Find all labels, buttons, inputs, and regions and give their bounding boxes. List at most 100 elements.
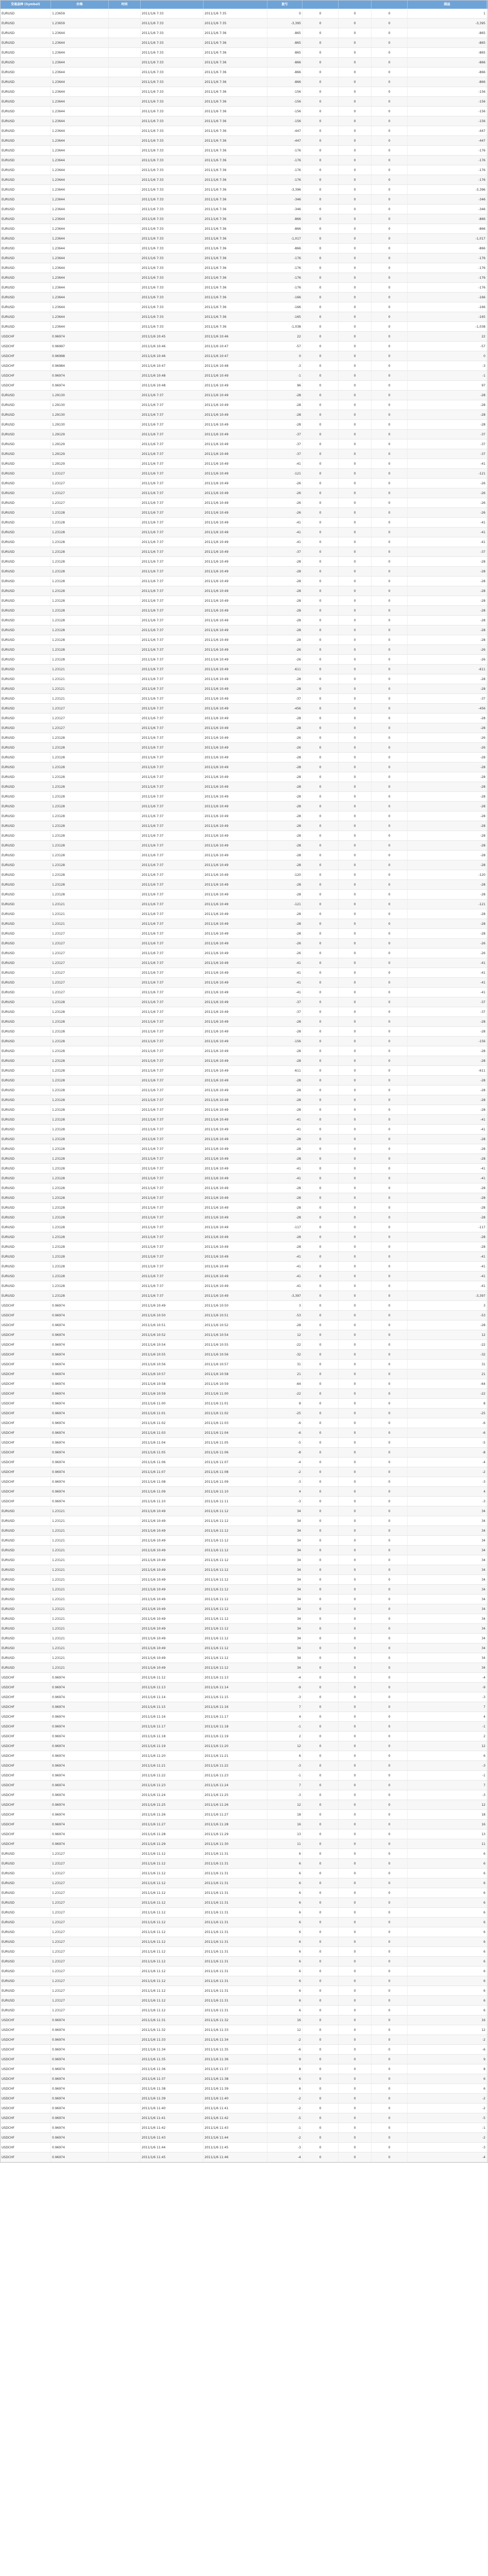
table-row[interactable]: EURUSD 1.23128 2011/1/6 7:37 2011/1/6 10:49… xyxy=(1,890,487,900)
table-row[interactable]: EURUSD 1.23644 2011/1/6 7:33 2011/1/6 7:36-… xyxy=(1,28,487,38)
table-row[interactable]: EURUSD 1.23128 2011/1/6 7:37 2011/1/6 10:49… xyxy=(1,753,487,762)
table-row[interactable]: EURUSD 1.23644 2011/1/6 7:33 2011/1/6 7:36-… xyxy=(1,87,487,97)
table-row[interactable]: EURUSD 1.23128 2011/1/6 7:37 2011/1/6 10:49… xyxy=(1,537,487,547)
table-row[interactable]: EURUSD 1.23127 2011/1/6 7:37 2011/1/6 10:49… xyxy=(1,723,487,733)
column-header-1[interactable]: 价格 xyxy=(51,1,109,9)
table-row[interactable]: USDCHF 0.96974 2011/1/6 11:21 2011/1/6 11:2… xyxy=(1,1761,487,1771)
table-row[interactable]: USDCHF 0.96974 2011/1/6 11:26 2011/1/6 11:2… xyxy=(1,1810,487,1820)
table-row[interactable]: USDCHF 0.96974 2011/1/6 11:37 2011/1/6 11:3… xyxy=(1,2074,487,2084)
table-row[interactable]: EURUSD 1.23127 2011/1/6 11:12 2011/1/6 11:3… xyxy=(1,1986,487,1996)
table-row[interactable]: EURUSD 1.23128 2011/1/6 7:37 2011/1/6 10:49… xyxy=(1,997,487,1007)
table-row[interactable]: USDCHF 0.96974 2011/1/6 10:55 2011/1/6 10:5… xyxy=(1,1350,487,1360)
table-row[interactable]: USDCHF 0.96974 2011/1/6 10:48 2011/1/6 10:4… xyxy=(1,381,487,391)
table-row[interactable]: EURUSD 1.23128 2011/1/6 7:37 2011/1/6 10:49… xyxy=(1,1076,487,1086)
table-row[interactable]: EURUSD 1.23128 2011/1/6 7:37 2011/1/6 10:49… xyxy=(1,802,487,811)
table-row[interactable]: USDCHF 0.96974 2011/1/6 11:16 2011/1/6 11:1… xyxy=(1,1712,487,1722)
table-row[interactable]: USDCHF 0.96974 2011/1/6 11:41 2011/1/6 11:4… xyxy=(1,2113,487,2123)
table-row[interactable]: EURUSD 1.23128 2011/1/6 7:37 2011/1/6 10:49… xyxy=(1,1144,487,1154)
table-row[interactable]: EURUSD 1.23128 2011/1/6 7:37 2011/1/6 10:49… xyxy=(1,577,487,586)
table-row[interactable]: EURUSD 1.23128 2011/1/6 7:37 2011/1/6 10:49… xyxy=(1,1154,487,1164)
table-row[interactable]: EURUSD 1.23659 2011/1/6 7:33 2011/1/6 7:35-… xyxy=(1,19,487,28)
table-row[interactable]: EURUSD 1.23128 2011/1/6 7:37 2011/1/6 10:49… xyxy=(1,1115,487,1125)
table-row[interactable]: EURUSD 1.23127 2011/1/6 11:12 2011/1/6 11:3… xyxy=(1,1937,487,1947)
table-row[interactable]: EURUSD 1.23121 2011/1/6 10:49 2011/1/6 11:1… xyxy=(1,1663,487,1673)
table-row[interactable]: EURUSD 1.23127 2011/1/6 11:12 2011/1/6 11:3… xyxy=(1,1869,487,1878)
table-row[interactable]: USDCHF 0.96974 2011/1/6 11:19 2011/1/6 11:2… xyxy=(1,1741,487,1751)
table-row[interactable]: EURUSD 1.23644 2011/1/6 7:33 2011/1/6 7:36-… xyxy=(1,224,487,234)
table-row[interactable]: EURUSD 1.23127 2011/1/6 7:37 2011/1/6 10:49… xyxy=(1,498,487,508)
table-row[interactable]: EURUSD 1.29130 2011/1/6 7:37 2011/1/6 10:49… xyxy=(1,400,487,410)
table-row[interactable]: EURUSD 1.23128 2011/1/6 7:37 2011/1/6 10:49… xyxy=(1,831,487,841)
table-row[interactable]: EURUSD 1.23128 2011/1/6 7:37 2011/1/6 10:49… xyxy=(1,870,487,880)
table-row[interactable]: EURUSD 1.23127 2011/1/6 11:12 2011/1/6 11:3… xyxy=(1,1996,487,2006)
table-row[interactable]: USDCHF 0.96974 2011/1/6 11:35 2011/1/6 11:3… xyxy=(1,2055,487,2064)
table-row[interactable]: EURUSD 1.23121 2011/1/6 10:49 2011/1/6 11:1… xyxy=(1,1595,487,1604)
table-row[interactable]: EURUSD 1.23128 2011/1/6 7:37 2011/1/6 10:49… xyxy=(1,518,487,528)
table-row[interactable]: EURUSD 1.23121 2011/1/6 10:49 2011/1/6 11:1… xyxy=(1,1614,487,1624)
table-row[interactable]: USDCHF 0.96974 2011/1/6 11:43 2011/1/6 11:4… xyxy=(1,2133,487,2143)
table-row[interactable]: USDCHF 0.96974 2011/1/6 11:00 2011/1/6 11:0… xyxy=(1,1399,487,1409)
table-row[interactable]: EURUSD 1.29129 2011/1/6 7:37 2011/1/6 10:49… xyxy=(1,449,487,459)
table-row[interactable]: USDCHF 0.96974 2011/1/6 11:28 2011/1/6 11:2… xyxy=(1,1829,487,1839)
table-row[interactable]: EURUSD 1.23644 2011/1/6 7:33 2011/1/6 7:36-… xyxy=(1,283,487,293)
table-row[interactable]: EURUSD 1.23128 2011/1/6 7:37 2011/1/6 10:49… xyxy=(1,1281,487,1291)
table-row[interactable]: EURUSD 1.23121 2011/1/6 10:49 2011/1/6 11:1… xyxy=(1,1536,487,1546)
column-header-6[interactable] xyxy=(302,1,339,9)
table-row[interactable]: USDCHF 0.96974 2011/1/6 10:54 2011/1/6 10:5… xyxy=(1,1340,487,1350)
table-row[interactable]: USDCHF 0.96974 2011/1/6 11:24 2011/1/6 11:2… xyxy=(1,1790,487,1800)
table-row[interactable]: USDCHF 0.96974 2011/1/6 11:32 2011/1/6 11:3… xyxy=(1,2025,487,2035)
table-row[interactable]: EURUSD 1.23128 2011/1/6 7:37 2011/1/6 10:49… xyxy=(1,1291,487,1301)
table-row[interactable]: EURUSD 1.23127 2011/1/6 7:37 2011/1/6 10:49… xyxy=(1,968,487,978)
table-row[interactable]: USDCHF 0.96974 2011/1/6 11:25 2011/1/6 11:2… xyxy=(1,1800,487,1810)
table-row[interactable]: EURUSD 1.23128 2011/1/6 7:37 2011/1/6 10:49… xyxy=(1,1213,487,1223)
table-row[interactable]: USDCHF 0.96974 2011/1/6 11:04 2011/1/6 11:0… xyxy=(1,1438,487,1448)
table-row[interactable]: EURUSD 1.23128 2011/1/6 7:37 2011/1/6 10:49… xyxy=(1,811,487,821)
table-row[interactable]: EURUSD 1.23127 2011/1/6 7:37 2011/1/6 10:49… xyxy=(1,704,487,714)
table-row[interactable]: EURUSD 1.23644 2011/1/6 7:33 2011/1/6 7:36-… xyxy=(1,312,487,322)
table-row[interactable]: EURUSD 1.23128 2011/1/6 7:37 2011/1/6 10:49… xyxy=(1,1027,487,1037)
table-row[interactable]: EURUSD 1.23128 2011/1/6 7:37 2011/1/6 10:49… xyxy=(1,841,487,851)
table-row[interactable]: USDCHF 0.96974 2011/1/6 11:29 2011/1/6 11:3… xyxy=(1,1839,487,1849)
table-row[interactable]: EURUSD 1.23659 2011/1/6 7:33 2011/1/6 7:35 0… xyxy=(1,9,487,19)
table-row[interactable]: EURUSD 1.23644 2011/1/6 7:33 2011/1/6 7:36-… xyxy=(1,97,487,107)
table-row[interactable]: EURUSD 1.23128 2011/1/6 7:37 2011/1/6 10:49… xyxy=(1,635,487,645)
table-row[interactable]: EURUSD 1.23644 2011/1/6 7:33 2011/1/6 7:36-… xyxy=(1,107,487,116)
table-row[interactable]: USDCHF 0.96974 2011/1/6 11:45 2011/1/6 11:4… xyxy=(1,2153,487,2162)
table-row[interactable]: USDCHF 0.96974 2011/1/6 11:13 2011/1/6 11:1… xyxy=(1,1683,487,1692)
table-row[interactable]: EURUSD 1.23128 2011/1/6 7:37 2011/1/6 10:49… xyxy=(1,1046,487,1056)
table-row[interactable]: EURUSD 1.23644 2011/1/6 7:33 2011/1/6 7:36-… xyxy=(1,175,487,185)
table-row[interactable]: EURUSD 1.23644 2011/1/6 7:33 2011/1/6 7:36-… xyxy=(1,136,487,146)
table-row[interactable]: EURUSD 1.23128 2011/1/6 7:37 2011/1/6 10:49… xyxy=(1,762,487,772)
table-row[interactable]: USDCHF 0.96974 2011/1/6 11:14 2011/1/6 11:1… xyxy=(1,1692,487,1702)
table-row[interactable]: EURUSD 1.29129 2011/1/6 7:37 2011/1/6 10:49… xyxy=(1,430,487,439)
table-row[interactable]: EURUSD 1.23644 2011/1/6 7:33 2011/1/6 7:36-… xyxy=(1,77,487,87)
column-header-2[interactable]: 时间 xyxy=(109,1,141,9)
table-row[interactable]: EURUSD 1.23128 2011/1/6 7:37 2011/1/6 10:49… xyxy=(1,1272,487,1281)
table-row[interactable]: USDCHF 0.96997 2011/1/6 10:46 2011/1/6 10:4… xyxy=(1,342,487,351)
table-row[interactable]: EURUSD 1.23644 2011/1/6 7:33 2011/1/6 7:36-… xyxy=(1,156,487,165)
table-row[interactable]: EURUSD 1.23127 2011/1/6 11:12 2011/1/6 11:3… xyxy=(1,1967,487,1976)
table-row[interactable]: EURUSD 1.23121 2011/1/6 10:49 2011/1/6 11:1… xyxy=(1,1575,487,1585)
table-row[interactable]: EURUSD 1.23128 2011/1/6 7:37 2011/1/6 10:49… xyxy=(1,1095,487,1105)
table-row[interactable]: USDCHF 0.96974 2011/1/6 11:03 2011/1/6 11:0… xyxy=(1,1428,487,1438)
table-row[interactable]: EURUSD 1.23128 2011/1/6 7:37 2011/1/6 10:49… xyxy=(1,1203,487,1213)
table-row[interactable]: EURUSD 1.23128 2011/1/6 7:37 2011/1/6 10:49… xyxy=(1,557,487,567)
table-row[interactable]: EURUSD 1.23121 2011/1/6 7:37 2011/1/6 10:49… xyxy=(1,684,487,694)
table-row[interactable]: USDCHF 0.96974 2011/1/6 11:17 2011/1/6 11:1… xyxy=(1,1722,487,1732)
table-row[interactable]: EURUSD 1.23127 2011/1/6 11:12 2011/1/6 11:3… xyxy=(1,1859,487,1869)
table-row[interactable]: USDCHF 0.96974 2011/1/6 11:31 2011/1/6 11:3… xyxy=(1,2015,487,2025)
table-row[interactable]: USDCHF 0.96974 2011/1/6 10:45 2011/1/6 10:4… xyxy=(1,332,487,342)
table-row[interactable]: EURUSD 1.23127 2011/1/6 7:37 2011/1/6 10:49… xyxy=(1,488,487,498)
table-row[interactable]: EURUSD 1.23121 2011/1/6 7:37 2011/1/6 10:49… xyxy=(1,665,487,674)
table-row[interactable]: EURUSD 1.23128 2011/1/6 7:37 2011/1/6 10:49… xyxy=(1,567,487,577)
table-row[interactable]: EURUSD 1.23127 2011/1/6 11:12 2011/1/6 11:3… xyxy=(1,1878,487,1888)
table-row[interactable]: EURUSD 1.23127 2011/1/6 7:37 2011/1/6 10:49… xyxy=(1,948,487,958)
table-row[interactable]: EURUSD 1.23644 2011/1/6 7:33 2011/1/6 7:36-… xyxy=(1,293,487,302)
table-row[interactable]: USDCHF 0.96974 2011/1/6 11:07 2011/1/6 11:0… xyxy=(1,1467,487,1477)
column-header-0[interactable]: 交易品种 (Symbol) xyxy=(1,1,51,9)
table-row[interactable]: EURUSD 1.23644 2011/1/6 7:33 2011/1/6 7:36-… xyxy=(1,273,487,283)
table-row[interactable]: EURUSD 1.23128 2011/1/6 7:37 2011/1/6 10:49… xyxy=(1,1134,487,1144)
table-row[interactable]: EURUSD 1.23121 2011/1/6 10:49 2011/1/6 11:1… xyxy=(1,1604,487,1614)
table-row[interactable]: EURUSD 1.23121 2011/1/6 10:49 2011/1/6 11:1… xyxy=(1,1526,487,1536)
table-row[interactable]: USDCHF 0.96974 2011/1/6 11:09 2011/1/6 11:1… xyxy=(1,1487,487,1497)
